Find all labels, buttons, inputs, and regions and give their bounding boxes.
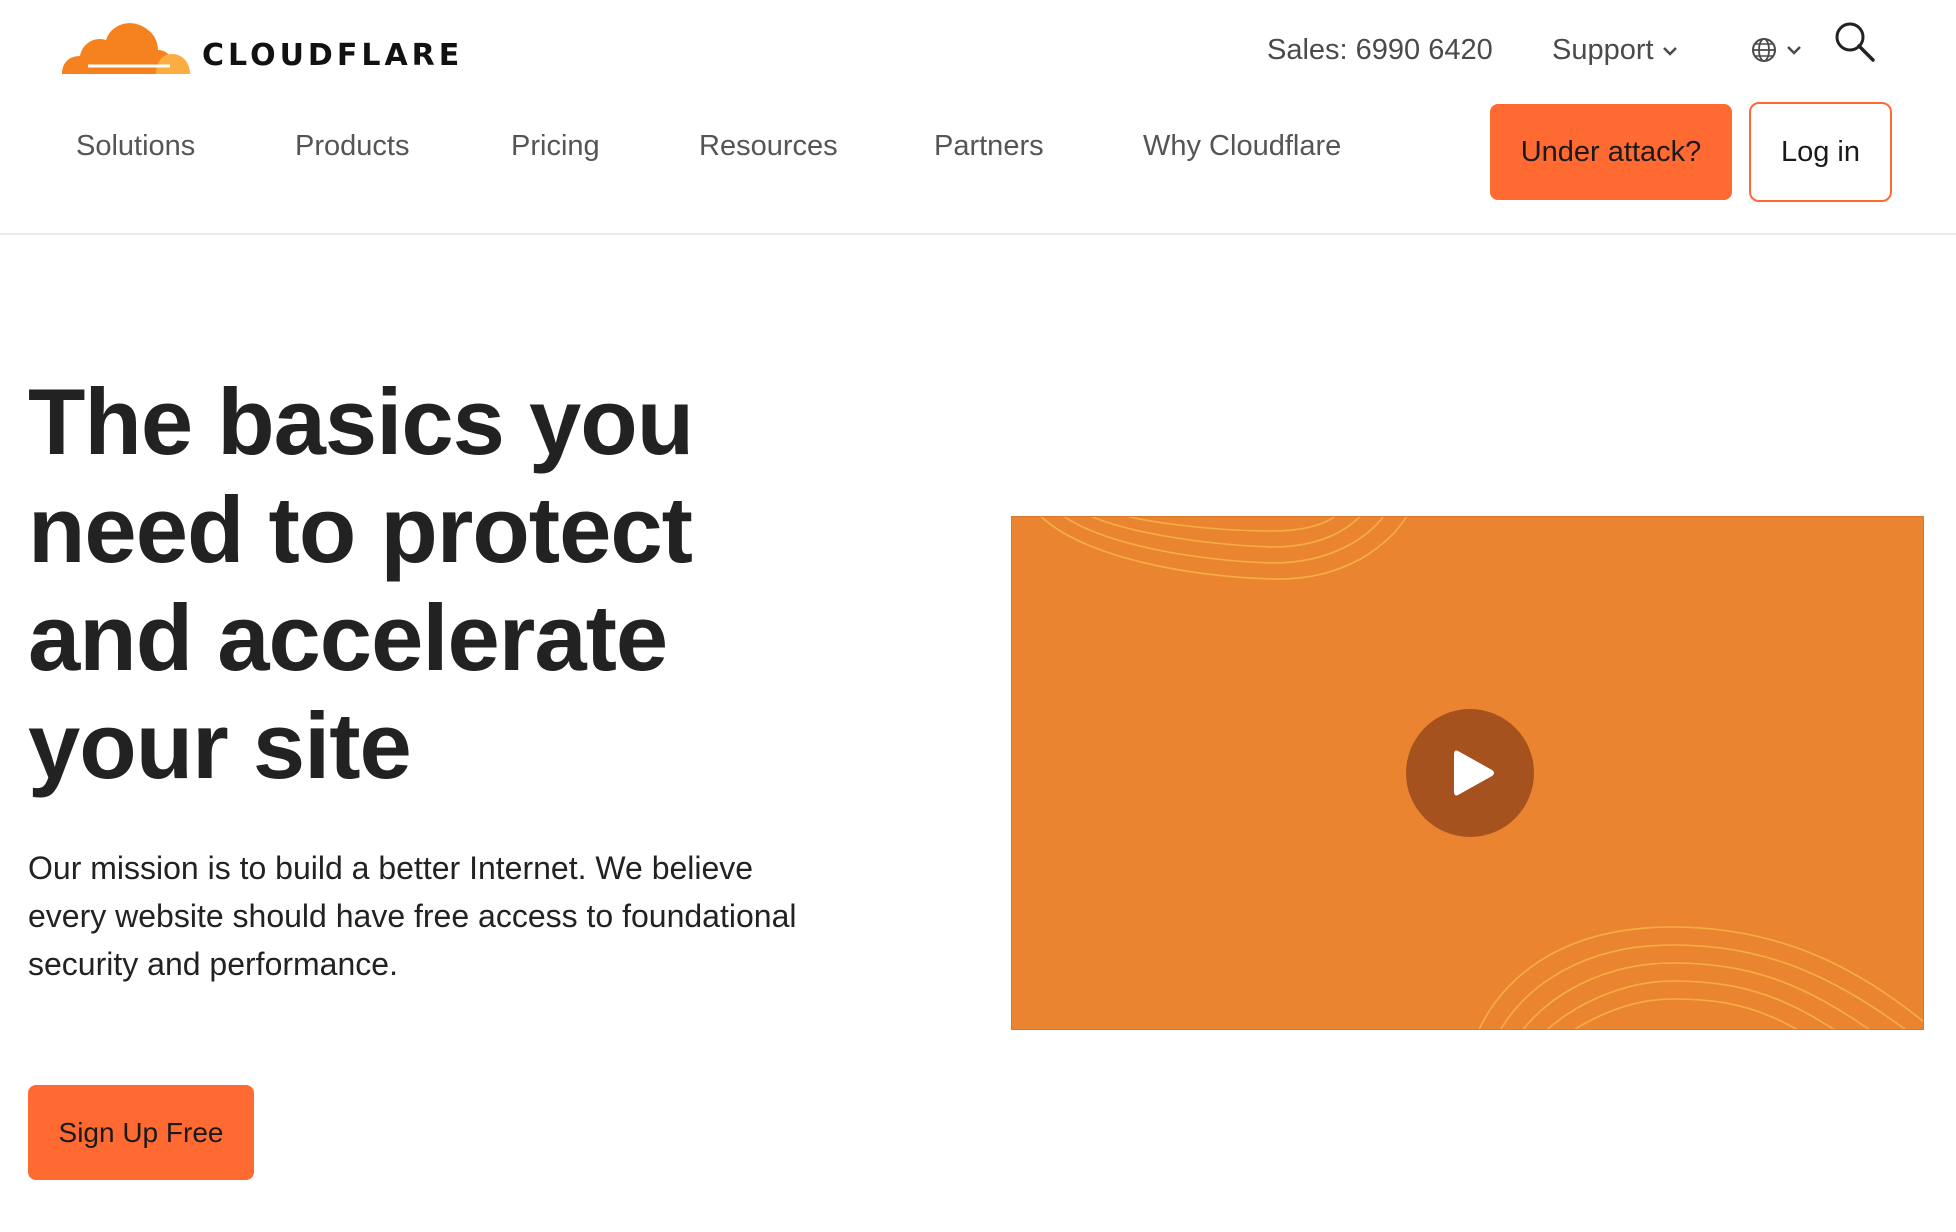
nav-solutions[interactable]: Solutions [76,130,195,163]
utility-bar: Sales: 6990 6420 Support [0,22,1956,74]
chevron-down-icon [1662,46,1677,56]
search-button[interactable] [1833,20,1877,69]
nav-products[interactable]: Products [295,130,409,163]
nav-pricing[interactable]: Pricing [511,130,600,163]
under-attack-button[interactable]: Under attack? [1490,104,1732,200]
globe-icon [1752,38,1776,62]
nav-resources[interactable]: Resources [699,130,838,163]
site-header: CLOUDFLARE Sales: 6990 6420 Support Solu… [0,0,1956,235]
hero-title: The basics you need to protect and accel… [28,369,694,798]
play-icon [1454,750,1494,796]
play-button[interactable] [1406,709,1534,837]
language-selector[interactable] [1750,36,1802,64]
nav-why-cloudflare[interactable]: Why Cloudflare [1143,130,1341,163]
login-button[interactable]: Log in [1749,102,1892,202]
nav-partners[interactable]: Partners [934,130,1044,163]
search-icon [1835,22,1875,62]
chevron-down-icon [1787,46,1801,55]
hero-description: Our mission is to build a better Interne… [28,850,797,982]
support-menu[interactable]: Support [1552,34,1678,67]
sign-up-button[interactable]: Sign Up Free [28,1085,254,1180]
video-player[interactable] [1011,516,1924,1030]
support-label: Support [1552,34,1654,66]
sales-phone-link[interactable]: Sales: 6990 6420 [1267,34,1493,67]
